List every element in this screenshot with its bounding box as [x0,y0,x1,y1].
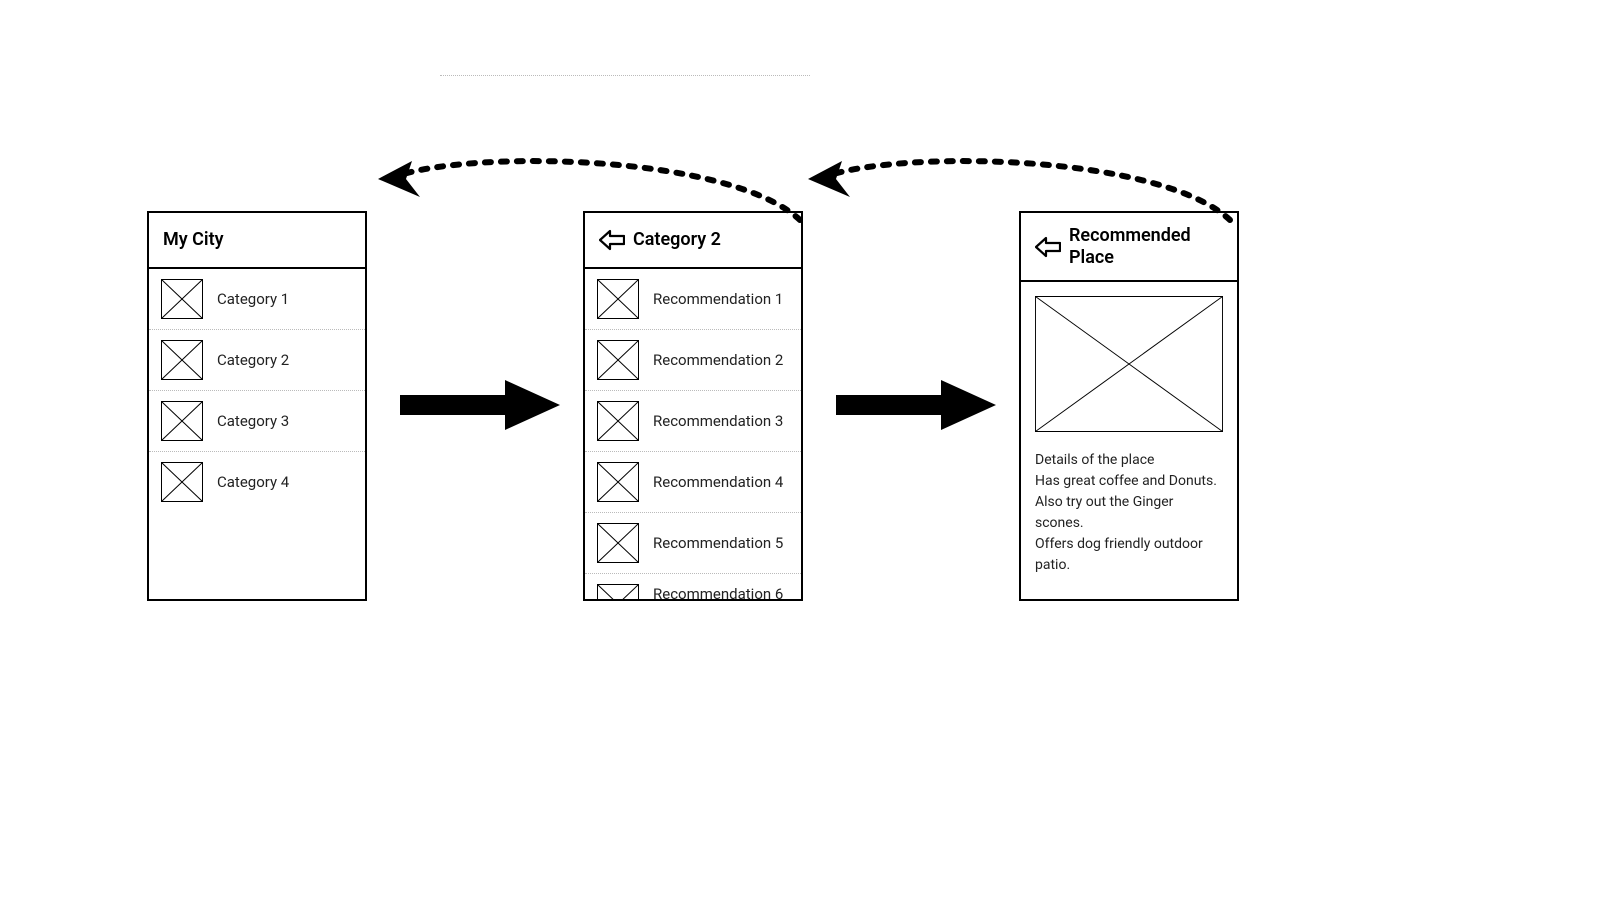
screen-title: My City [163,229,224,251]
category-row[interactable]: Category 2 [149,330,365,391]
image-placeholder-icon [597,523,639,563]
recommendation-row[interactable]: Recommendation 1 [585,269,801,330]
recommendation-row[interactable]: Recommendation 3 [585,391,801,452]
image-placeholder-icon [161,279,203,319]
category-row[interactable]: Category 1 [149,269,365,330]
recommendation-row[interactable]: Recommendation 2 [585,330,801,391]
screen-detail: Recommended Place Details of the place H… [1019,211,1239,601]
category-row[interactable]: Category 3 [149,391,365,452]
category-row[interactable]: Category 4 [149,452,365,512]
forward-arrow-icon [390,375,570,435]
decorative-dotted-line [440,75,810,76]
screen-home: My City Category 1 Category 2 Category 3… [147,211,367,601]
detail-description: Details of the place Has great coffee an… [1035,450,1223,576]
category-label: Category 2 [217,351,289,369]
back-navigation-arrow-icon [370,155,810,235]
recommendation-list: Recommendation 1 Recommendation 2 Recomm… [585,269,801,599]
image-placeholder-icon [597,401,639,441]
recommendation-label: Recommendation 3 [653,412,783,430]
image-placeholder-icon [597,584,639,599]
category-label: Category 3 [217,412,289,430]
forward-arrow-icon [826,375,1006,435]
image-placeholder-icon [161,462,203,502]
category-label: Category 1 [217,290,289,308]
back-arrow-icon[interactable] [1035,236,1061,258]
detail-body: Details of the place Has great coffee an… [1021,282,1237,590]
recommendation-label: Recommendation 1 [653,290,783,308]
titlebar-home: My City [149,213,365,269]
recommendation-label: Recommendation 6 [653,585,783,599]
recommendation-row[interactable]: Recommendation 6 [585,574,801,599]
back-navigation-arrow-icon [800,155,1240,235]
recommendation-label: Recommendation 2 [653,351,783,369]
image-placeholder-icon [1035,296,1223,432]
image-placeholder-icon [597,340,639,380]
recommendation-label: Recommendation 5 [653,534,783,552]
image-placeholder-icon [161,340,203,380]
image-placeholder-icon [161,401,203,441]
image-placeholder-icon [597,462,639,502]
recommendation-row[interactable]: Recommendation 4 [585,452,801,513]
category-list: Category 1 Category 2 Category 3 Categor… [149,269,365,512]
image-placeholder-icon [597,279,639,319]
screen-category: Category 2 Recommendation 1 Recommendati… [583,211,803,601]
category-label: Category 4 [217,473,289,491]
recommendation-row[interactable]: Recommendation 5 [585,513,801,574]
recommendation-label: Recommendation 4 [653,473,783,491]
